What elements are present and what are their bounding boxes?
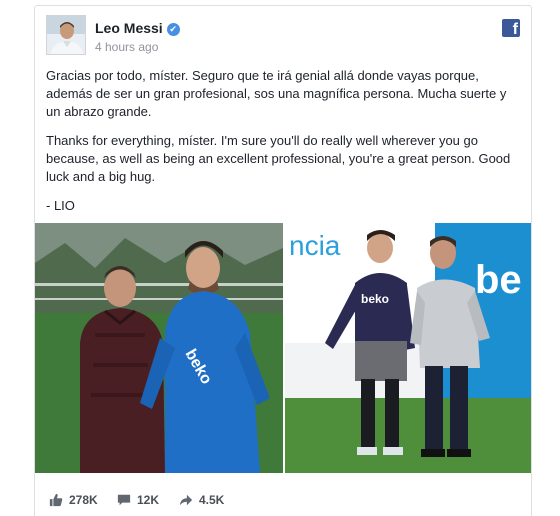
photo-left-image: beko: [35, 223, 283, 473]
author-name-text: Leo Messi: [95, 20, 163, 36]
post-timestamp[interactable]: 4 hours ago: [95, 40, 158, 54]
likes-count: 278K: [69, 493, 98, 507]
photo-right[interactable]: ncia be beko: [285, 223, 531, 473]
share-icon: [179, 494, 193, 506]
comment-icon: [117, 494, 131, 506]
verified-check-icon: ✔: [166, 23, 180, 36]
post-body: Gracias por todo, míster. Seguro que te …: [46, 67, 524, 226]
comments-stat[interactable]: 12K: [117, 493, 159, 507]
post-photos: beko ncia be beko: [35, 223, 531, 473]
photo-right-image: ncia be beko: [285, 223, 531, 473]
author-name[interactable]: Leo Messi ✔: [95, 20, 180, 36]
shares-stat[interactable]: 4.5K: [179, 493, 224, 507]
facebook-post-embed: Leo Messi ✔ 4 hours ago f Gracias por tod…: [34, 5, 532, 516]
likes-stat[interactable]: 278K: [49, 493, 98, 507]
like-icon: [49, 493, 63, 507]
shares-count: 4.5K: [199, 493, 225, 507]
post-header: Leo Messi ✔ 4 hours ago f: [46, 15, 520, 57]
photo-left[interactable]: beko: [35, 223, 283, 473]
avatar[interactable]: [46, 15, 86, 55]
post-paragraph-english: Thanks for everything, míster. I'm sure …: [46, 133, 511, 184]
right-wall-text: ncia: [289, 230, 341, 261]
post-signature: - LIO: [46, 198, 75, 213]
right-shirt-sponsor: beko: [361, 292, 389, 306]
avatar-image: [47, 16, 85, 54]
post-stats: 278K 12K 4.5K: [47, 488, 519, 512]
facebook-logo-icon[interactable]: f: [502, 19, 520, 37]
post-paragraph-spanish: Gracias por todo, míster. Seguro que te …: [46, 68, 507, 119]
comments-count: 12K: [137, 493, 160, 507]
right-wall-text-2: be: [475, 258, 522, 302]
